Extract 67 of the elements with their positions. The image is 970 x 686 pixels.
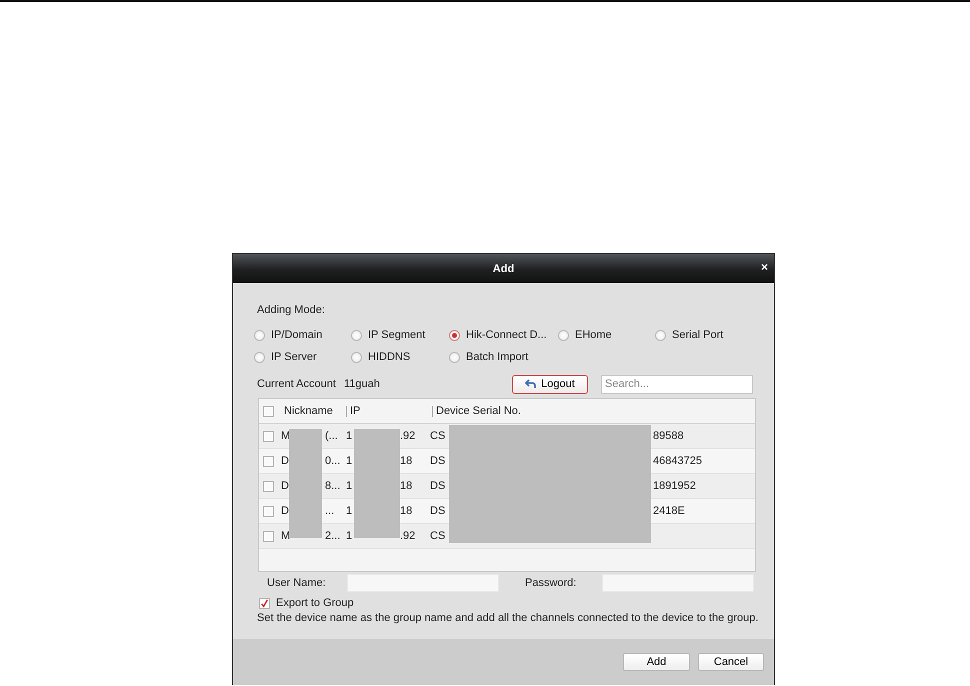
dialog-button[interactable]: Add: [623, 653, 690, 671]
table-cell: 18: [400, 455, 412, 467]
table-cell-text: 1: [346, 530, 354, 542]
table-cell: 2...: [325, 530, 340, 542]
radio-label: Batch Import: [466, 351, 528, 363]
radio-label: Serial Port: [672, 329, 724, 341]
table-cell-text: 1: [346, 480, 354, 492]
row-checkbox[interactable]: [263, 506, 274, 516]
radio-button[interactable]: [351, 330, 362, 340]
table-cell-text: 1: [346, 505, 354, 517]
table-cell: 8...: [325, 480, 340, 492]
radio-label: IP/Domain: [271, 329, 322, 341]
row-checkbox[interactable]: [263, 456, 274, 466]
table-cell: .92: [400, 530, 416, 542]
radio-button[interactable]: [449, 352, 460, 362]
field-label: Password:: [525, 577, 578, 589]
table-cell-text: DS: [430, 480, 446, 492]
radio-label: HIDDNS: [368, 351, 410, 363]
radio-label: IP Server: [271, 351, 317, 363]
table-cell: 1891952: [653, 480, 696, 492]
row-checkbox[interactable]: [263, 530, 274, 542]
table-cell-text: 1: [346, 455, 354, 467]
table-cell-text: D: [281, 455, 290, 467]
field-label: User Name:: [267, 577, 327, 589]
table-cell: (...: [325, 430, 338, 442]
radio-label: IP Segment: [368, 329, 426, 341]
table-cell: 0...: [325, 455, 340, 467]
undo-icon: [525, 379, 536, 389]
radio-button[interactable]: [558, 330, 569, 340]
radio-button[interactable]: [449, 330, 460, 340]
radio-button[interactable]: [254, 352, 265, 362]
row-checkbox[interactable]: [263, 430, 274, 442]
table-cell: ...: [325, 505, 334, 517]
radio-button[interactable]: [254, 330, 265, 340]
account-label: Current Account: [257, 378, 337, 390]
export-checkbox[interactable]: [259, 598, 270, 608]
table-cell-text: D: [281, 480, 290, 492]
table-cell: 2418E: [653, 505, 685, 517]
column-header: Device Serial No.: [432, 406, 521, 416]
window-title: Add: [492, 262, 514, 274]
table-cell-text: 1: [346, 430, 354, 442]
table-cell: 18: [400, 505, 412, 517]
radio-label: Hik-Connect D...: [466, 329, 547, 341]
account-name: 11guah: [344, 378, 381, 390]
dialog-button[interactable]: Cancel: [698, 653, 764, 671]
column-header: IP: [346, 406, 432, 416]
table-cell-text: CS: [430, 530, 446, 542]
table-cell-text: CS: [430, 430, 446, 442]
table-cell: 18: [400, 480, 412, 492]
table-cell: 46843725: [653, 455, 702, 467]
logout-button[interactable]: Logout: [512, 374, 588, 394]
table-cell: .92: [400, 430, 416, 442]
description-text: Set the device name as the group name and add all the channels connected to the device to the group.: [257, 612, 760, 624]
column-header: Nickname: [283, 406, 334, 416]
search-field[interactable]: Search...: [601, 374, 753, 394]
row-checkbox[interactable]: [263, 480, 274, 492]
table-cell: 89588: [653, 430, 684, 442]
select-all-checkbox[interactable]: [263, 406, 274, 416]
radio-button[interactable]: [351, 352, 362, 362]
table-cell-text: DS: [430, 505, 446, 517]
radio-label: EHome: [575, 329, 612, 341]
table-cell-text: DS: [430, 455, 446, 467]
table-cell-text: D: [281, 505, 290, 517]
radio-button[interactable]: [655, 330, 666, 340]
section-label: Adding Mode:: [257, 304, 326, 318]
checkbox-label: Export to Group: [276, 597, 354, 609]
close-button[interactable]: ×: [760, 261, 768, 273]
